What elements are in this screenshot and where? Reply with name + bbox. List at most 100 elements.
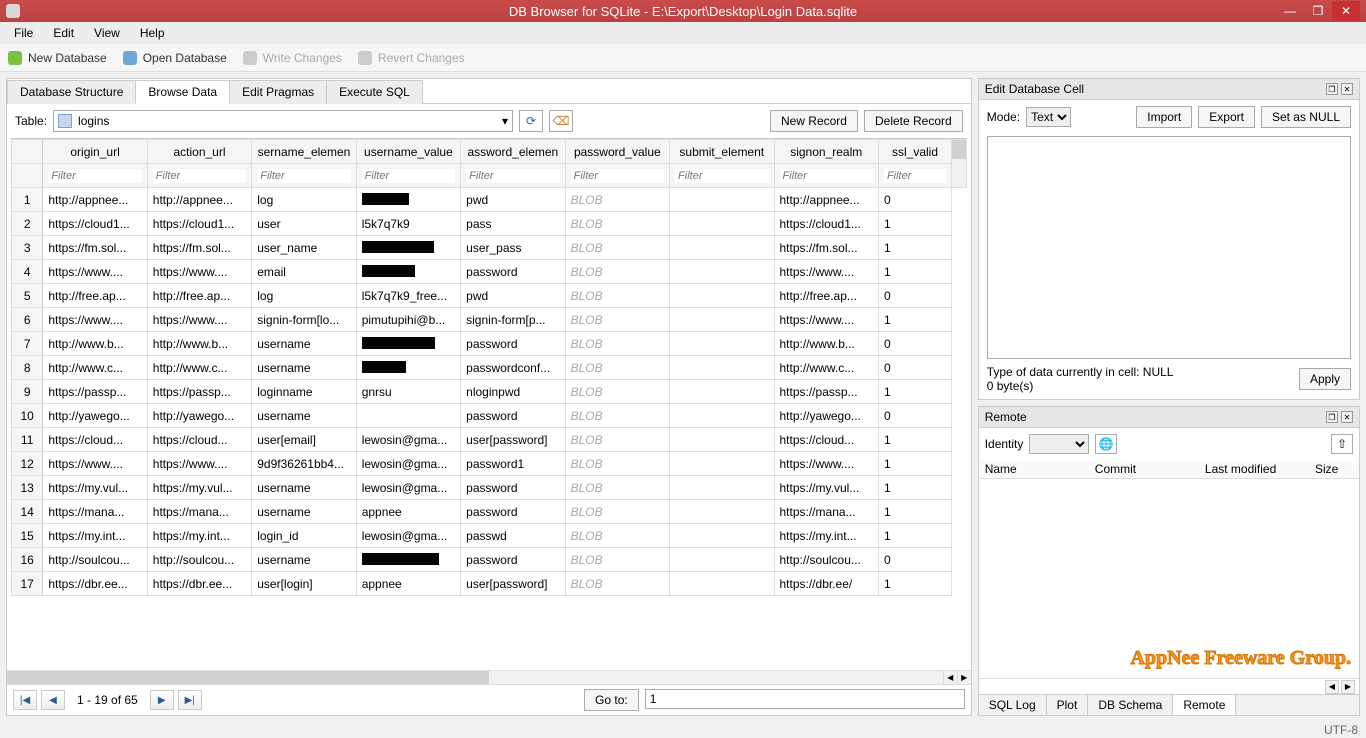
bottom-tabs: SQL Log Plot DB Schema Remote [978,694,1360,716]
filter-clear-icon: ⌫ [553,114,570,128]
menu-edit[interactable]: Edit [43,24,84,42]
table-row[interactable]: 2https://cloud1...https://cloud1...userl… [12,212,967,236]
col-password-element[interactable]: assword_elemen [461,140,565,164]
app-icon [6,4,20,18]
filter-signon-realm[interactable] [780,169,873,183]
table-row[interactable]: 1http://appnee...http://appnee...log pwd… [12,188,967,212]
data-grid: origin_url action_url sername_elemen use… [11,138,967,670]
edit-cell-panel: Mode: Text Import Export Set as NULL Typ… [978,100,1360,400]
remote-table-header: Name Commit Last modified Size [979,460,1359,479]
set-null-button[interactable]: Set as NULL [1261,106,1351,128]
tab-remote[interactable]: Remote [1173,695,1236,715]
col-origin-url[interactable]: origin_url [43,140,147,164]
filter-username-element[interactable] [257,169,350,183]
horizontal-scrollbar[interactable]: ◀▶ [7,670,971,684]
mode-select[interactable]: Text [1026,107,1071,127]
table-row[interactable]: 7http://www.b...http://www.b...username … [12,332,967,356]
next-page-button[interactable]: ▶ [150,690,174,710]
filter-action-url[interactable] [153,169,246,183]
table-row[interactable]: 8http://www.c...http://www.c...username … [12,356,967,380]
paging-bar: |◀ ◀ 1 - 19 of 65 ▶ ▶| Go to: [7,684,971,715]
push-button[interactable]: ⇧ [1331,434,1353,454]
table-row[interactable]: 15https://my.int...https://my.int...logi… [12,524,967,548]
filter-username-value[interactable] [362,169,455,183]
filter-ssl-valid[interactable] [884,169,946,183]
table-row[interactable]: 13https://my.vul...https://my.vul...user… [12,476,967,500]
globe-icon: 🌐 [1099,437,1114,451]
table-row[interactable]: 10http://yawego...http://yawego...userna… [12,404,967,428]
table-row[interactable]: 5http://free.ap...http://free.ap...logl5… [12,284,967,308]
maximize-button[interactable]: ❐ [1304,1,1332,21]
table-row[interactable]: 4https://www....https://www....email pas… [12,260,967,284]
table-row[interactable]: 17https://dbr.ee...https://dbr.ee...user… [12,572,967,596]
table-row[interactable]: 9https://passp...https://passp...loginna… [12,380,967,404]
open-database-button[interactable]: Open Database [123,51,227,65]
identity-label: Identity [985,437,1024,451]
tab-edit-pragmas[interactable]: Edit Pragmas [229,80,327,104]
menu-help[interactable]: Help [130,24,175,42]
col-username-value[interactable]: username_value [356,140,460,164]
close-panel-icon[interactable]: ✕ [1341,83,1353,95]
goto-input[interactable] [645,689,965,709]
identity-select[interactable] [1029,434,1089,454]
refresh-button[interactable]: ⟳ [519,110,543,132]
tab-db-schema[interactable]: DB Schema [1088,695,1173,715]
goto-button[interactable]: Go to: [584,689,639,711]
tab-sql-log[interactable]: SQL Log [979,695,1047,715]
table-icon [58,114,72,128]
cell-bytes-info: 0 byte(s) [987,379,1299,393]
export-button[interactable]: Export [1198,106,1255,128]
import-button[interactable]: Import [1136,106,1192,128]
tab-browse-data[interactable]: Browse Data [135,80,230,104]
col-action-url[interactable]: action_url [147,140,251,164]
write-changes-button[interactable]: Write Changes [243,51,342,65]
last-page-button[interactable]: ▶| [178,690,202,710]
edit-cell-header: Edit Database Cell ❐ ✕ [978,78,1360,100]
new-record-button[interactable]: New Record [770,110,858,132]
menu-view[interactable]: View [84,24,130,42]
table-row[interactable]: 12https://www....https://www....9d9f3626… [12,452,967,476]
filter-password-element[interactable] [466,169,559,183]
minimize-button[interactable]: — [1276,1,1304,21]
prev-page-button[interactable]: ◀ [41,690,65,710]
menu-file[interactable]: File [4,24,43,42]
remote-horizontal-scrollbar[interactable]: ◀▶ [979,678,1359,694]
col-password-value[interactable]: password_value [565,140,669,164]
filter-origin-url[interactable] [48,169,141,183]
new-db-icon [8,51,22,65]
remote-header: Remote ❐ ✕ [978,406,1360,428]
vertical-scrollbar[interactable] [952,140,966,187]
apply-button[interactable]: Apply [1299,368,1351,390]
filter-submit-element[interactable] [675,169,768,183]
table-row[interactable]: 16http://soulcou...http://soulcou...user… [12,548,967,572]
left-panel: Database Structure Browse Data Edit Prag… [6,78,972,716]
first-page-button[interactable]: |◀ [13,690,37,710]
close-button[interactable]: ✕ [1332,1,1360,21]
tab-execute-sql[interactable]: Execute SQL [326,80,423,104]
tab-plot[interactable]: Plot [1047,695,1089,715]
chevron-down-icon: ▾ [502,114,508,128]
filter-password-value[interactable] [571,169,664,183]
col-username-element[interactable]: sername_elemen [252,140,356,164]
table-row[interactable]: 3https://fm.sol...https://fm.sol...user_… [12,236,967,260]
filter-row [12,164,967,188]
revert-changes-button[interactable]: Revert Changes [358,51,465,65]
close-remote-icon[interactable]: ✕ [1341,411,1353,423]
table-row[interactable]: 14https://mana...https://mana...username… [12,500,967,524]
table-row[interactable]: 11https://cloud...https://cloud...user[e… [12,428,967,452]
table-row[interactable]: 6https://www....https://www....signin-fo… [12,308,967,332]
undock-remote-icon[interactable]: ❐ [1326,411,1338,423]
col-signon-realm[interactable]: signon_realm [774,140,878,164]
cell-edit-area[interactable] [987,136,1351,359]
refresh-identity-button[interactable]: 🌐 [1095,434,1117,454]
write-icon [243,51,257,65]
table-select[interactable]: logins ▾ [53,110,513,132]
delete-record-button[interactable]: Delete Record [864,110,963,132]
col-submit-element[interactable]: submit_element [670,140,774,164]
remote-panel: Identity 🌐 ⇧ Name Commit Last modified S… [978,428,1360,695]
tab-database-structure[interactable]: Database Structure [7,80,136,104]
clear-filters-button[interactable]: ⌫ [549,110,573,132]
new-database-button[interactable]: New Database [8,51,107,65]
col-ssl-valid[interactable]: ssl_valid [878,140,951,164]
undock-icon[interactable]: ❐ [1326,83,1338,95]
